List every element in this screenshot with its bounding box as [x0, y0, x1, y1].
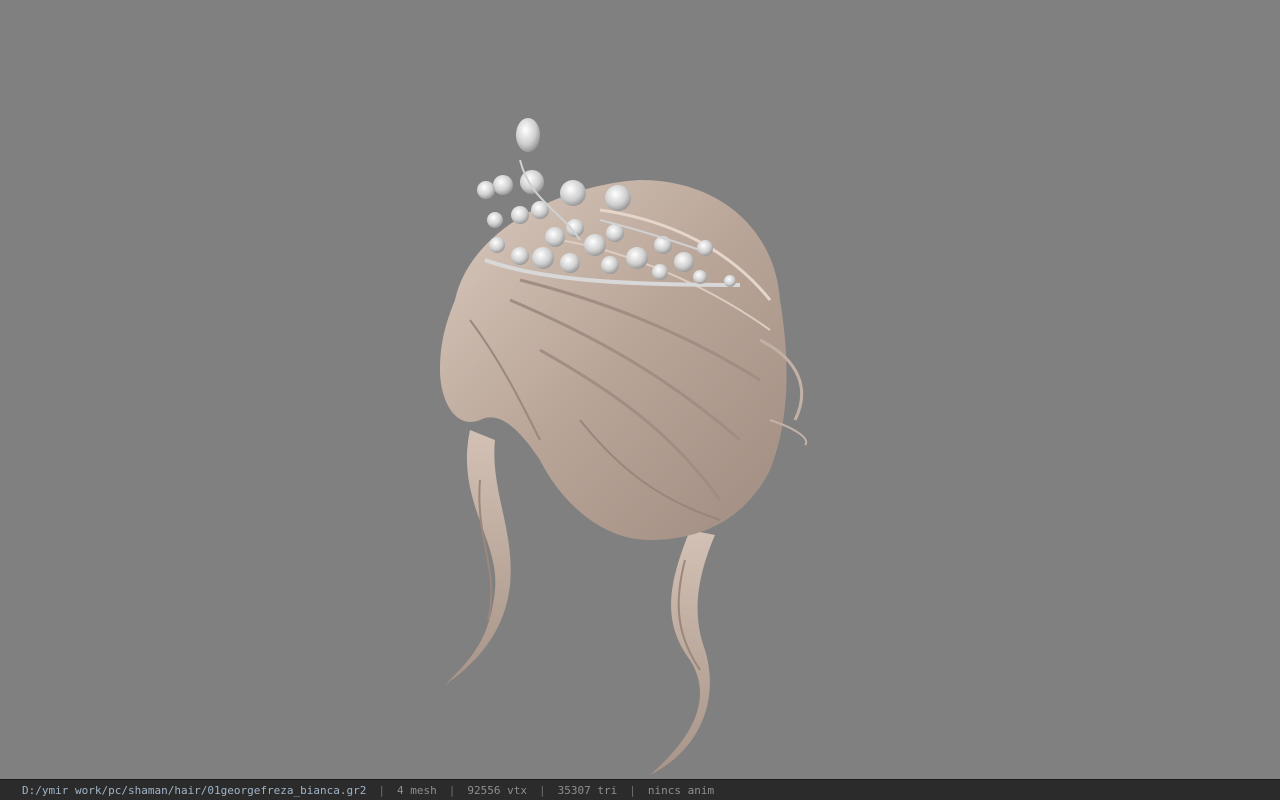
3d-viewport[interactable] [0, 0, 1280, 779]
separator: | [378, 783, 385, 797]
hair-lock-left [445, 430, 511, 685]
mesh-count: 4 mesh [397, 783, 437, 797]
separator: | [448, 783, 456, 797]
separator: | [629, 783, 636, 797]
file-path: D:/ymir work/pc/shaman/hair/01georgefrez… [22, 783, 367, 797]
model-render [440, 118, 808, 775]
vertex-count: 92556 vtx [467, 783, 527, 797]
anim-status: nincs anim [647, 783, 715, 797]
separator: | [538, 783, 546, 797]
status-bar: D:/ymir work/pc/shaman/hair/01georgefrez… [0, 779, 1280, 800]
hair-lock-right [650, 530, 715, 775]
triangle-count: 35307 tri [557, 783, 618, 797]
